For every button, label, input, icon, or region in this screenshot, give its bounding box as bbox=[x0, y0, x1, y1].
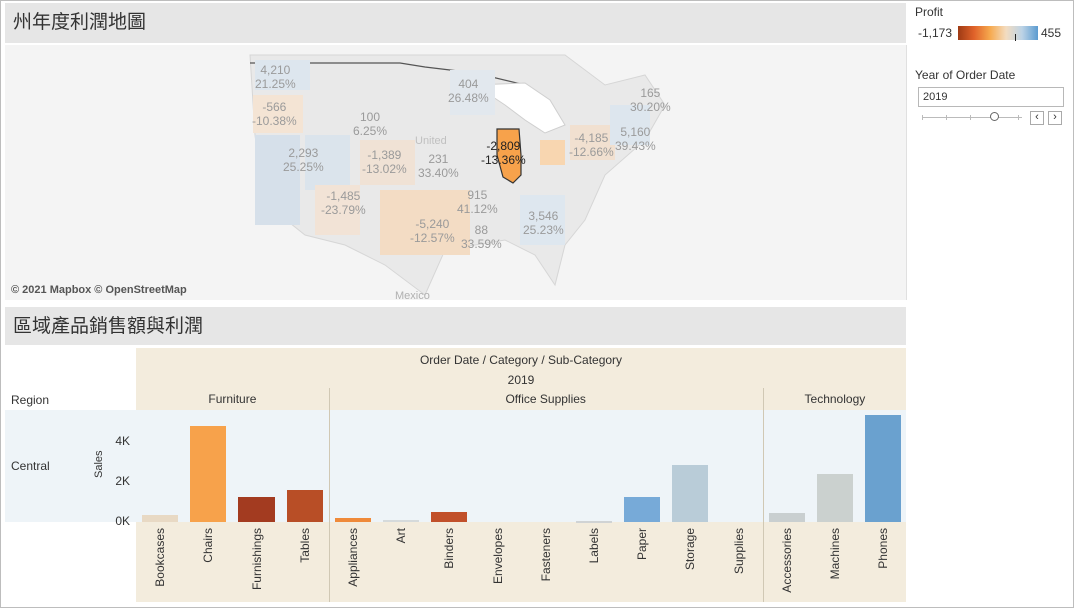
subcategory-label: Accessories bbox=[779, 528, 794, 593]
profit-color-ramp bbox=[958, 26, 1038, 40]
profit-map[interactable]: 4,210 21.25% -566 -10.38% 100 6.25% 404 26.4… bbox=[5, 45, 907, 300]
subcategory-label: Art bbox=[394, 528, 409, 544]
subcategory-label: Storage bbox=[683, 528, 698, 571]
slider-tick bbox=[922, 115, 923, 120]
subcategory-label: Binders bbox=[442, 528, 457, 569]
map-label-il[interactable]: -2,809 -13.36% bbox=[481, 139, 526, 167]
map-label-tn: 915 41.12% bbox=[457, 188, 498, 216]
subcategory-label: Appliances bbox=[345, 528, 360, 587]
chevron-left-icon[interactable]: ‹ bbox=[1030, 111, 1044, 125]
bar-bookcases[interactable] bbox=[142, 515, 179, 522]
bar-labels[interactable] bbox=[575, 521, 612, 524]
chevron-right-icon[interactable]: › bbox=[1048, 111, 1062, 125]
map-label-ma: 165 30.20% bbox=[630, 86, 671, 114]
y-tick-label: 2K bbox=[115, 474, 130, 488]
subcategory-label: Phones bbox=[876, 528, 891, 569]
sales-bar-chart: Order Date / Category / Sub-Category 201… bbox=[0, 346, 910, 604]
y-tick-label: 0K bbox=[115, 514, 130, 528]
bar-paper[interactable] bbox=[624, 497, 661, 522]
year-slider-track[interactable] bbox=[922, 117, 1022, 118]
bar-machines[interactable] bbox=[816, 474, 853, 522]
bar-furnishings[interactable] bbox=[238, 497, 275, 522]
subcategory-label: Machines bbox=[827, 528, 842, 580]
subcategory-label: Fasteners bbox=[538, 528, 553, 582]
y-tick-label: 4K bbox=[115, 434, 130, 448]
category-header: Furniture bbox=[208, 392, 257, 406]
map-label-co: -1,389 -13.02% bbox=[362, 148, 407, 176]
subcategory-label: Tables bbox=[297, 528, 312, 563]
subcategory-label: Supplies bbox=[731, 528, 746, 575]
map-label-ms: 88 33.59% bbox=[461, 223, 502, 251]
category-divider bbox=[762, 410, 764, 602]
country-label: United bbox=[415, 135, 447, 147]
map-label-or: -566 -10.38% bbox=[252, 100, 297, 128]
map-title: 州年度利潤地圖 bbox=[5, 3, 906, 43]
profit-legend-max: 455 bbox=[1041, 26, 1062, 40]
slider-tick bbox=[1018, 115, 1019, 120]
year-filter-value[interactable]: 2019 bbox=[918, 87, 1064, 107]
map-label-pa: -4,185 -12.66% bbox=[569, 131, 614, 159]
chart-title: 區域產品銷售額與利潤 bbox=[5, 307, 906, 345]
bar-tables[interactable] bbox=[286, 490, 323, 522]
bar-storage[interactable] bbox=[672, 465, 709, 522]
subcategory-label: Bookcases bbox=[153, 528, 168, 587]
subcategory-label: Chairs bbox=[201, 528, 216, 563]
mexico-label: Mexico bbox=[395, 290, 430, 300]
bar-chairs[interactable] bbox=[190, 426, 227, 522]
map-label-wa: 4,210 21.25% bbox=[255, 63, 296, 91]
category-divider bbox=[762, 388, 764, 410]
header-path: Order Date / Category / Sub-Category bbox=[419, 353, 623, 367]
subcategory-label: Envelopes bbox=[490, 528, 505, 585]
map-label-ut: 2,293 25.25% bbox=[283, 146, 324, 174]
bar-appliances[interactable] bbox=[334, 518, 371, 522]
bar-art[interactable] bbox=[383, 520, 420, 523]
map-label-ne: 231 33.40% bbox=[418, 152, 459, 180]
category-divider bbox=[328, 410, 330, 602]
header-year: 2019 bbox=[507, 373, 535, 387]
profit-legend-marker bbox=[1015, 34, 1016, 41]
map-label-mt: 100 6.25% bbox=[353, 110, 388, 138]
map-copyright[interactable]: © 2021 Mapbox © OpenStreetMap bbox=[11, 284, 187, 296]
category-header: Technology bbox=[804, 392, 866, 406]
state-oh bbox=[540, 140, 565, 165]
category-header: Office Supplies bbox=[505, 392, 586, 406]
slider-tick bbox=[970, 115, 971, 120]
subcategory-label: Paper bbox=[635, 528, 650, 561]
profit-legend-title: Profit bbox=[915, 5, 944, 19]
profit-legend-min: -1,173 bbox=[918, 26, 953, 40]
year-slider-thumb[interactable] bbox=[990, 112, 999, 121]
bar-phones[interactable] bbox=[865, 415, 902, 522]
map-label-ga: 3,546 25.23% bbox=[523, 209, 564, 237]
bar-binders[interactable] bbox=[431, 511, 468, 522]
bar-accessories[interactable] bbox=[768, 512, 805, 522]
map-label-ny: 5,160 39.43% bbox=[615, 125, 656, 153]
region-value: Central bbox=[11, 459, 50, 473]
map-label-mn: 404 26.48% bbox=[448, 77, 489, 105]
year-filter-title: Year of Order Date bbox=[915, 68, 1016, 82]
category-divider bbox=[328, 388, 330, 410]
map-label-tx: -5,240 -12.57% bbox=[410, 217, 455, 245]
region-header: Region bbox=[11, 393, 50, 407]
chart-pane bbox=[5, 410, 906, 522]
subcategory-label: Furnishings bbox=[249, 528, 264, 591]
slider-tick bbox=[946, 115, 947, 120]
map-label-az: -1,485 -23.79% bbox=[321, 189, 366, 217]
subcategory-label: Labels bbox=[586, 528, 601, 564]
